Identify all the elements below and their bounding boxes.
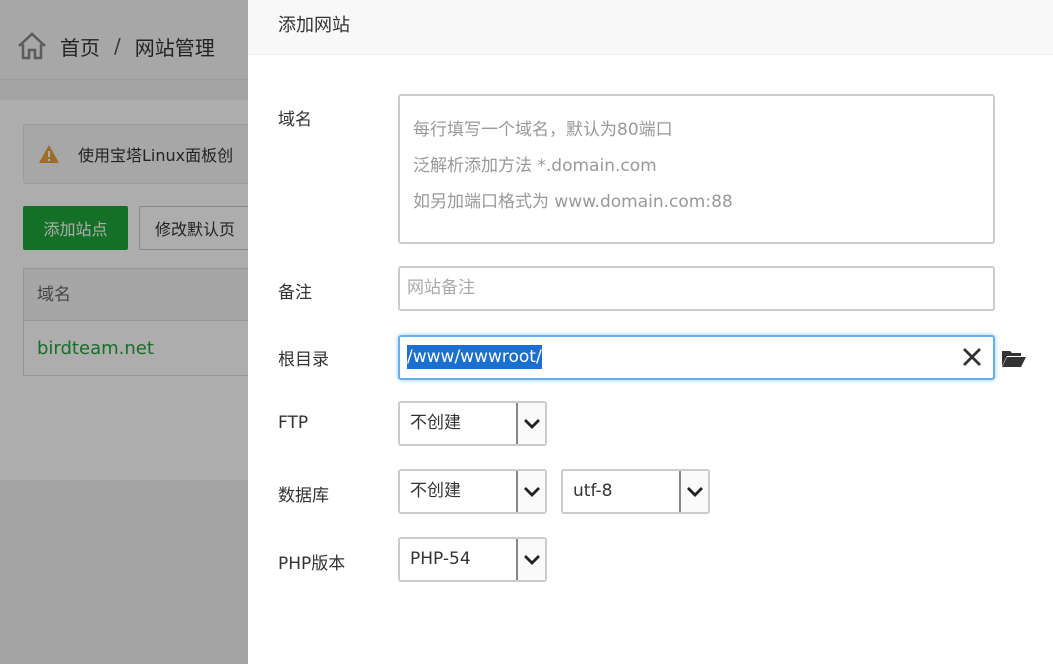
ftp-select[interactable]: 不创建 <box>398 401 547 446</box>
php-version-label: PHP版本 <box>278 554 346 574</box>
add-site-dialog: 添加网站 域名 每行填写一个域名，默认为80端口 泛解析添加方法 *.domai… <box>248 0 1053 664</box>
remark-placeholder: 网站备注 <box>407 278 475 298</box>
remark-label: 备注 <box>278 283 312 303</box>
php-version-select[interactable]: PHP-54 <box>398 537 547 582</box>
chevron-down-icon[interactable] <box>516 471 545 512</box>
domain-placeholder-line: 每行填写一个域名，默认为80端口 <box>413 120 673 140</box>
chevron-down-icon[interactable] <box>516 403 545 444</box>
domain-placeholder-line: 如另加端口格式为 www.domain.com:88 <box>413 192 733 212</box>
ftp-selected-value: 不创建 <box>410 413 461 433</box>
ftp-label: FTP <box>278 413 309 433</box>
domain-placeholder-line: 泛解析添加方法 *.domain.com <box>413 156 657 176</box>
close-icon[interactable] <box>961 346 983 368</box>
database-select[interactable]: 不创建 <box>398 469 547 514</box>
php-version-selected-value: PHP-54 <box>410 549 471 569</box>
root-dir-label: 根目录 <box>278 350 329 370</box>
remark-input[interactable]: 网站备注 <box>398 266 995 311</box>
chevron-down-icon[interactable] <box>516 539 545 580</box>
root-dir-input[interactable]: /www/wwwroot/ <box>398 335 995 380</box>
domain-textarea[interactable]: 每行填写一个域名，默认为80端口 泛解析添加方法 *.domain.com 如另… <box>398 94 995 244</box>
dialog-title: 添加网站 <box>248 0 1053 55</box>
chevron-down-icon[interactable] <box>679 471 708 512</box>
database-label: 数据库 <box>278 486 329 506</box>
database-selected-value: 不创建 <box>410 481 461 501</box>
charset-selected-value: utf-8 <box>573 481 613 501</box>
charset-select[interactable]: utf-8 <box>561 469 710 514</box>
root-dir-value: /www/wwwroot/ <box>407 345 542 369</box>
folder-open-icon[interactable] <box>1001 347 1027 369</box>
domain-label: 域名 <box>278 110 312 130</box>
